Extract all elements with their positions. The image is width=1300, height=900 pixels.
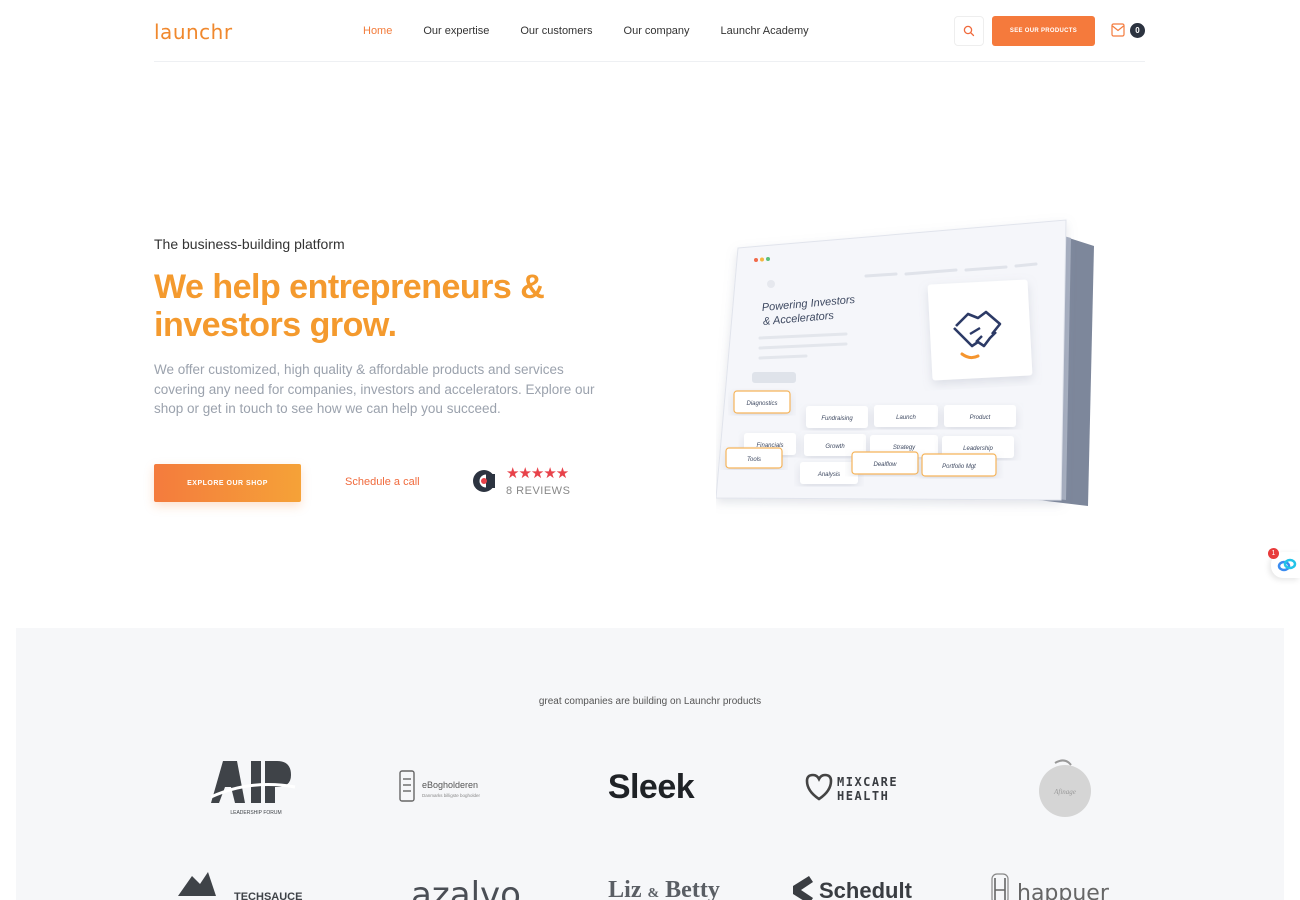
schedule-call-link[interactable]: Schedule a call: [345, 476, 420, 488]
link-icon: [1277, 558, 1297, 572]
tag-strategy: Strategy: [893, 445, 916, 451]
tag-fundraising: Fundraising: [821, 416, 853, 422]
search-button[interactable]: [954, 16, 984, 46]
logo-mixcare-sub: HEALTH: [837, 789, 889, 803]
review-count[interactable]: 8 REVIEWS: [506, 485, 570, 497]
tag-product: Product: [970, 415, 991, 421]
brand-logo[interactable]: launchr: [154, 20, 233, 44]
logo-ebogholderen: eBogholderen Danmarks billigste bogholde…: [376, 766, 546, 808]
logo-ebogholderen-sub: Danmarks billigste bogholder: [422, 793, 481, 798]
logo-techsauce-name: TECHSAUCE: [234, 891, 302, 900]
site-header: launchr Home Our expertise Our customers…: [154, 0, 1145, 62]
nav-our-company[interactable]: Our company: [624, 25, 690, 37]
logo-aip: LEADERSHIP FORUM: [196, 756, 316, 818]
tag-analysis: Analysis: [817, 472, 840, 478]
logo-azalvo: azalvo: [396, 864, 536, 900]
tag-tools: Tools: [747, 457, 761, 463]
logo-schedult-name: Schedult: [819, 878, 913, 900]
tag-leadership: Leadership: [963, 446, 993, 452]
hero-title: We help entrepreneurs & investors grow.: [154, 268, 545, 344]
logo-mixcare-name: MIXCARE: [837, 775, 898, 789]
logo-mixcare-health: MIXCARE HEALTH: [791, 766, 941, 808]
nav-launchr-academy[interactable]: Launchr Academy: [721, 25, 809, 37]
logo-liz-betty-name2: Betty: [665, 876, 720, 900]
see-our-products-button[interactable]: SEE OUR PRODUCTS: [992, 16, 1095, 46]
nav-our-expertise[interactable]: Our expertise: [423, 25, 489, 37]
widget-notification-badge: 1: [1268, 548, 1279, 559]
search-icon: [963, 25, 975, 37]
logo-liz-betty-amp: &: [647, 885, 660, 900]
nav-home[interactable]: Home: [363, 25, 392, 37]
logo-happuer: happuer: [984, 868, 1134, 900]
capterra-logo-icon[interactable]: [471, 468, 497, 494]
logo-happuer-name: happuer: [1017, 881, 1110, 900]
logo-sleek-name: Sleek: [607, 767, 695, 806]
customers-section: great companies are building on Launchr …: [16, 628, 1284, 900]
explore-shop-button[interactable]: EXPLORE OUR SHOP: [154, 464, 301, 502]
logo-techsauce: TECHSAUCE: [174, 866, 334, 900]
mail-icon[interactable]: [1111, 22, 1126, 38]
logo-schedult: Schedult: [782, 868, 942, 900]
logo-liz-betty-name1: Liz: [608, 876, 642, 900]
tag-diagnostics: Diagnostics: [746, 401, 777, 407]
nav-our-customers[interactable]: Our customers: [520, 25, 592, 37]
tag-launch: Launch: [896, 415, 916, 421]
tag-growth: Growth: [825, 444, 845, 450]
customers-title: great companies are building on Launchr …: [538, 696, 762, 707]
hero-illustration: Powering Investors & Accelerators Diagno…: [716, 219, 1094, 506]
logo-liz-betty: Liz & Betty: [584, 868, 744, 900]
tag-portfolio-mgt: Portfolio Mgt: [942, 464, 976, 470]
logo-azalvo-name: azalvo: [411, 875, 521, 900]
logo-ebogholderen-name: eBogholderen: [422, 780, 478, 790]
logo-sleek: Sleek: [586, 764, 716, 810]
cart-count-badge[interactable]: 0: [1130, 23, 1145, 38]
logo-afinage-name: Afinage: [1053, 788, 1076, 796]
main-nav: Home Our expertise Our customers Our com…: [363, 25, 840, 37]
tag-dealflow: Dealflow: [873, 462, 897, 468]
hero-description: We offer customized, high quality & affo…: [154, 362, 595, 416]
logo-afinage: Afinage: [1020, 754, 1110, 820]
logo-aip-sub: LEADERSHIP FORUM: [230, 810, 281, 816]
hero-eyebrow: The business-building platform: [154, 236, 345, 252]
rating-stars: ★★★★★: [506, 465, 569, 482]
